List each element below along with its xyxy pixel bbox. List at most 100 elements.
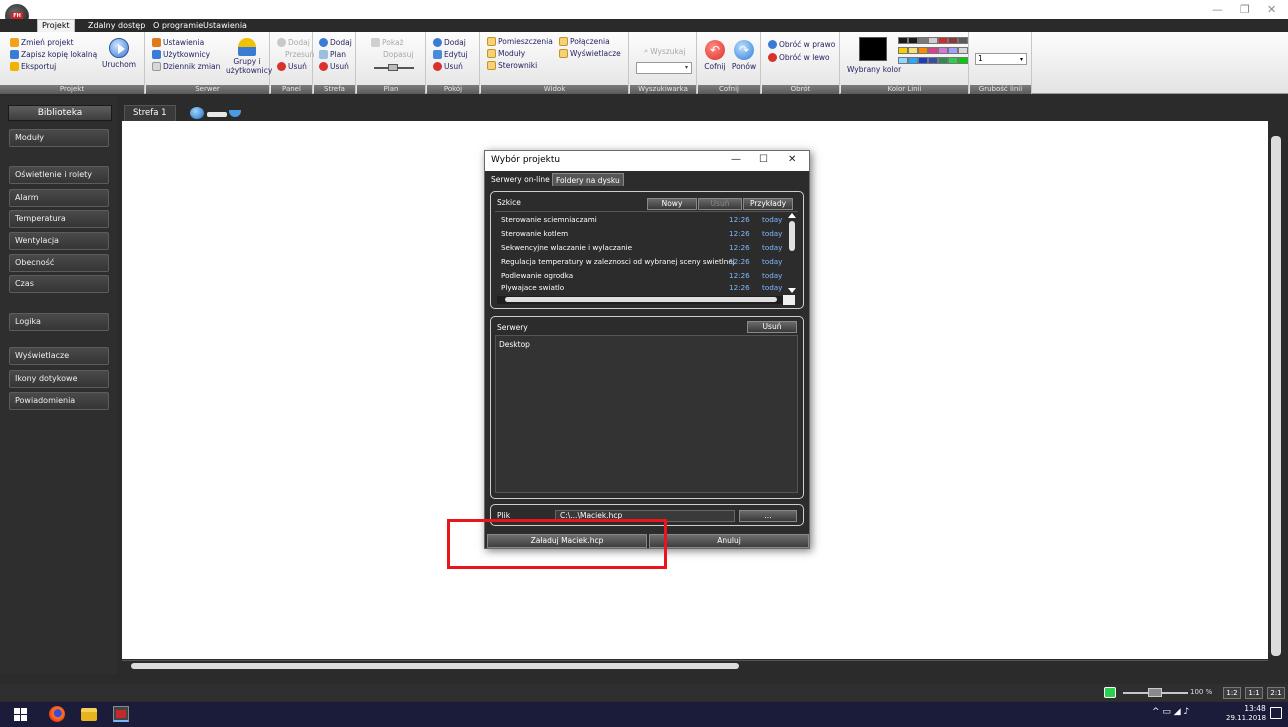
zoom-2-1-button[interactable]: 2:1 <box>1267 687 1285 699</box>
library-item-moduly[interactable]: Moduły <box>9 129 109 147</box>
palette-swatch[interactable] <box>938 47 948 54</box>
palette-swatch[interactable] <box>908 47 918 54</box>
palette-swatch[interactable] <box>898 47 908 54</box>
palette-swatch[interactable] <box>928 57 938 64</box>
palette-swatch[interactable] <box>928 47 938 54</box>
zone-delete-button[interactable]: Usuń <box>319 62 349 71</box>
zoom-1-1-button[interactable]: 1:1 <box>1245 687 1263 699</box>
palette-swatch[interactable] <box>958 57 968 64</box>
rotate-left-button[interactable]: Obróć w lewo <box>768 53 830 62</box>
menu-tab-ustawienia[interactable]: Ustawienia <box>199 20 251 32</box>
export-button[interactable]: Eksportuj <box>10 62 56 71</box>
room-edit-button[interactable]: Edytuj <box>433 50 468 59</box>
library-item-logika[interactable]: Logika <box>9 313 109 331</box>
rotate-right-button[interactable]: Obróć w prawo <box>768 40 835 49</box>
save-local-copy-button[interactable]: Zapisz kopię lokalną <box>10 50 97 59</box>
vertical-scroll-thumb[interactable] <box>1271 136 1281 656</box>
view-rooms-toggle[interactable]: Pomieszczenia <box>487 37 553 46</box>
menu-tab-projekt[interactable]: Projekt <box>37 19 75 32</box>
library-item-ikony-dotykowe[interactable]: Ikony dotykowe <box>9 370 109 388</box>
delete-sketch-button[interactable]: Usuń <box>698 198 742 210</box>
minimize-button[interactable]: — <box>1212 3 1223 16</box>
examples-button[interactable]: Przykłady <box>743 198 793 210</box>
zone-plan-button[interactable]: Plan <box>319 50 346 59</box>
palette-swatch[interactable] <box>918 57 928 64</box>
redo-button[interactable]: ↷ Ponów <box>730 40 758 71</box>
file-explorer-icon[interactable] <box>81 708 97 721</box>
system-tray-icons[interactable]: ^ ▭ ◢ ♪ <box>1152 707 1189 717</box>
palette-swatch[interactable] <box>928 37 938 44</box>
close-button[interactable]: ✕ <box>1267 3 1276 16</box>
sketch-list-hscroll-thumb[interactable] <box>505 297 777 302</box>
view-connections-toggle[interactable]: Połączenia <box>559 37 610 46</box>
palette-swatch[interactable] <box>958 37 968 44</box>
groups-users-button[interactable]: Grupy i użytkownicy <box>226 38 272 75</box>
run-button[interactable]: Uruchom <box>100 38 138 69</box>
notifications-icon[interactable] <box>1270 707 1282 719</box>
room-add-button[interactable]: Dodaj <box>433 38 466 47</box>
scroll-up-icon[interactable] <box>788 213 796 218</box>
delete-server-button[interactable]: Usuń <box>747 321 797 333</box>
panel-add-button[interactable]: Dodaj <box>277 38 310 47</box>
library-item-wentylacja[interactable]: Wentylacja <box>9 232 109 250</box>
library-item-oswietlenie[interactable]: Oświetlenie i rolety <box>9 166 109 184</box>
sketch-row[interactable]: Regulacja temperatury w zaleznosci od wy… <box>501 257 791 268</box>
room-delete-button[interactable]: Usuń <box>433 62 463 71</box>
sketch-row[interactable]: Sekwencyjne wlaczanie i wylaczanie 12:26 t… <box>501 243 791 254</box>
plan-show-button[interactable]: Pokaż <box>371 38 404 47</box>
tab-serwery-online[interactable]: Serwery on-line <box>488 173 553 186</box>
horizontal-scroll-thumb[interactable] <box>131 663 739 669</box>
selected-color-swatch[interactable] <box>859 37 887 61</box>
undo-button[interactable]: ↶ Cofnij <box>702 40 728 71</box>
library-item-wyswietlacze[interactable]: Wyświetlacze <box>9 347 109 365</box>
cancel-button[interactable]: Anuluj <box>649 534 809 548</box>
view-modules-toggle[interactable]: Moduły <box>487 49 525 58</box>
tab-strefa-1[interactable]: Strefa 1 <box>124 105 176 121</box>
change-project-button[interactable]: Zmień projekt <box>10 38 74 47</box>
zoom-1-2-button[interactable]: 1:2 <box>1223 687 1241 699</box>
search-dropdown[interactable]: ▾ <box>636 62 692 74</box>
library-item-obecnosc[interactable]: Obecność <box>9 254 109 272</box>
palette-swatch[interactable] <box>898 37 908 44</box>
sketch-row[interactable]: Podlewanie ogrodka 12:26 today <box>501 271 791 282</box>
library-item-powiadomienia[interactable]: Powiadomienia <box>9 392 109 410</box>
scroll-down-icon[interactable] <box>788 288 796 293</box>
fh-app-taskbar-icon[interactable] <box>113 706 129 722</box>
browse-button[interactable]: ... <box>739 510 797 522</box>
sketch-row[interactable]: Sterowanie kotlem 12:26 today <box>501 229 791 240</box>
server-settings-button[interactable]: Ustawienia <box>152 38 204 47</box>
panel-move-button[interactable]: Przesuń <box>285 50 314 59</box>
library-item-temperatura[interactable]: Temperatura <box>9 210 109 228</box>
plan-fit-button[interactable]: Dopasuj <box>383 50 413 59</box>
panel-delete-button[interactable]: Usuń <box>277 62 307 71</box>
sketch-row[interactable]: Sterowanie sciemniaczami 12:26 today <box>501 215 791 226</box>
users-button[interactable]: Użytkownicy <box>152 50 210 59</box>
menu-tab-zdalny-dostep[interactable]: Zdalny dostęp <box>84 20 149 32</box>
palette-swatch[interactable] <box>948 57 958 64</box>
restore-button[interactable]: ❐ <box>1240 3 1250 16</box>
palette-swatch[interactable] <box>908 57 918 64</box>
palette-swatch[interactable] <box>898 57 908 64</box>
sketch-row[interactable]: Plywajace swiatlo 12:26 today <box>501 283 791 294</box>
palette-swatch[interactable] <box>938 37 948 44</box>
dialog-minimize-button[interactable]: — <box>731 154 741 165</box>
palette-swatch[interactable] <box>958 47 968 54</box>
palette-swatch[interactable] <box>948 37 958 44</box>
server-item-desktop[interactable]: Desktop <box>499 340 530 349</box>
palette-swatch[interactable] <box>948 47 958 54</box>
firefox-icon[interactable] <box>49 706 65 722</box>
zone-add-button[interactable]: Dodaj <box>319 38 352 47</box>
new-sketch-button[interactable]: Nowy <box>647 198 697 210</box>
view-controllers-toggle[interactable]: Sterowniki <box>487 61 537 70</box>
sketch-list-scroll-thumb[interactable] <box>789 221 795 251</box>
dialog-close-button[interactable]: ✕ <box>788 154 796 165</box>
palette-swatch[interactable] <box>918 47 928 54</box>
tab-foldery-na-dysku[interactable]: Foldery na dysku <box>552 173 624 186</box>
sketch-list-scrollbar[interactable] <box>788 213 796 293</box>
library-item-czas[interactable]: Czas <box>9 275 109 293</box>
palette-swatch[interactable] <box>918 37 928 44</box>
search-button[interactable]: ⌕ Wyszukaj <box>644 46 685 56</box>
change-log-button[interactable]: Dziennik zmian <box>152 62 220 71</box>
line-width-select[interactable]: 1 ▾ <box>975 53 1027 65</box>
library-item-alarm[interactable]: Alarm <box>9 189 109 207</box>
